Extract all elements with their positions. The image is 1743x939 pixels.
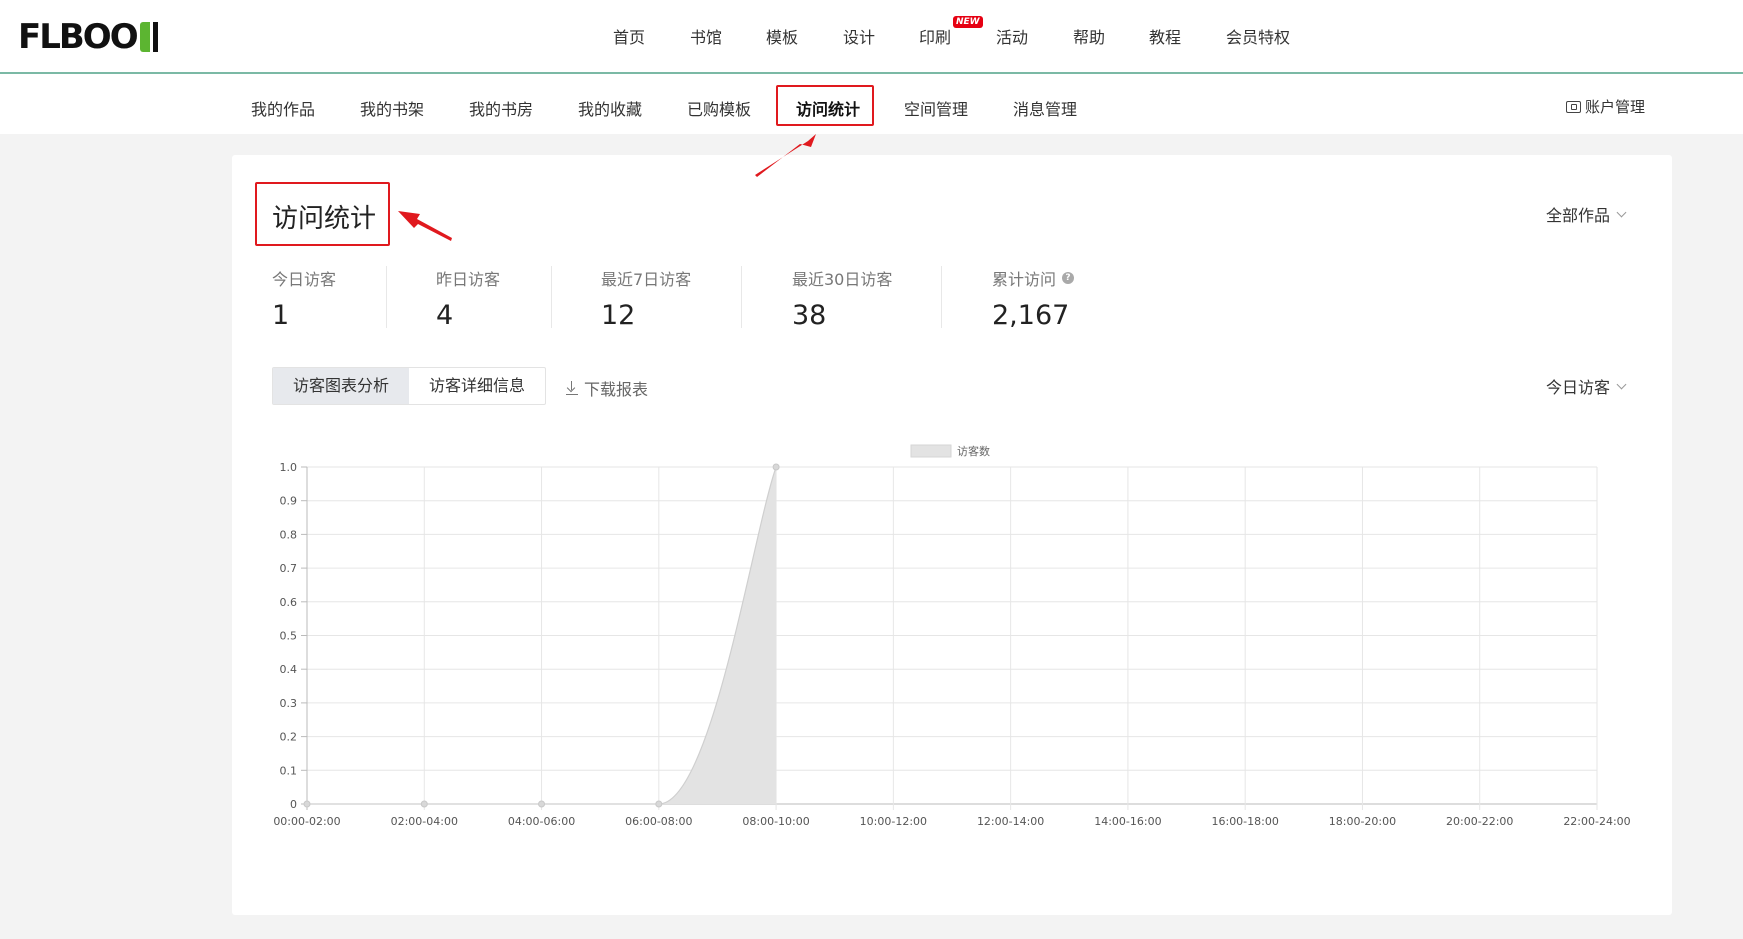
arrow-to-subnav-icon: [755, 134, 816, 177]
arrow-to-title-icon: [398, 211, 452, 241]
annotation-arrows: [398, 134, 816, 241]
